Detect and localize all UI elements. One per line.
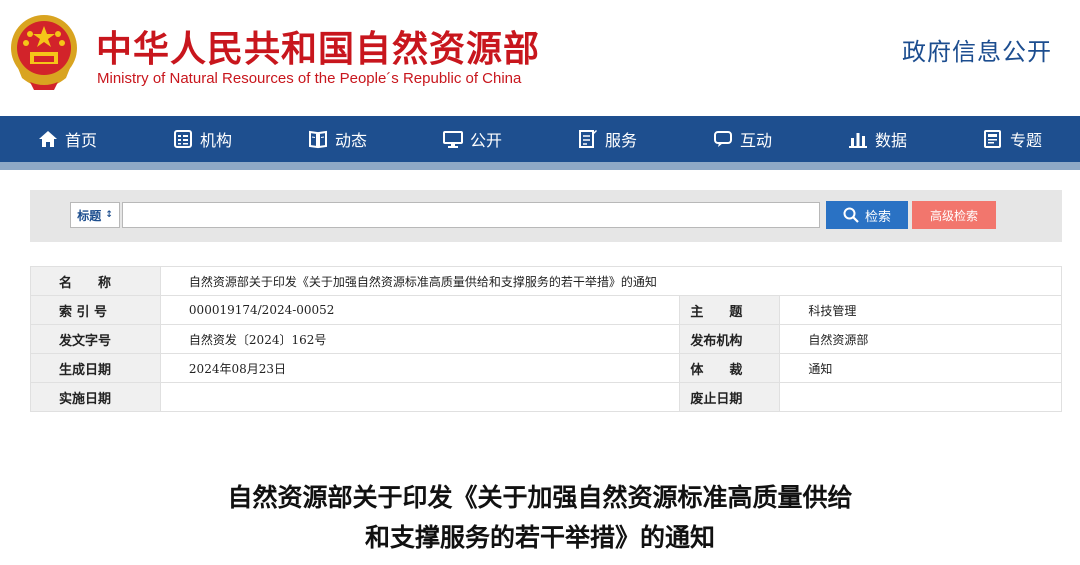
main-nav: 首页 机构 动态 公开 服务 互动 数据 专题 (0, 116, 1080, 162)
search-field-select[interactable]: 标题 ↕ (70, 202, 120, 228)
table-row: 名 称 自然资源部关于印发《关于加强自然资源标准高质量供给和支撑服务的若干举措》… (30, 266, 1063, 296)
date-label: 生成日期 (30, 353, 161, 383)
select-arrows-icon: ↕ (105, 210, 113, 220)
topic-icon (983, 130, 1001, 148)
nav-item-service[interactable]: 服务 (540, 127, 675, 151)
chat-icon (713, 131, 732, 147)
search-icon (843, 207, 859, 223)
table-row: 实施日期 废止日期 (30, 382, 1062, 412)
doc-no-label: 发文字号 (30, 324, 161, 354)
table-row: 发文字号 自然资发〔2024〕162号 发布机构 自然资源部 (30, 324, 1062, 354)
nav-item-open[interactable]: 公开 (405, 127, 540, 151)
ministry-name-en: Ministry of Natural Resources of the Peo… (97, 70, 522, 87)
expire-date-value (779, 382, 1062, 412)
table-row: 索 引 号 000019174/2024-00052 主 题 科技管理 (30, 295, 1062, 325)
search-bar: 标题 ↕ 检索 高级检索 (30, 190, 1062, 242)
index-value: 000019174/2024-00052 (159, 295, 681, 325)
nav-item-topic[interactable]: 专题 (945, 127, 1080, 151)
search-input[interactable] (122, 202, 820, 228)
nav-label: 互动 (739, 131, 772, 150)
document-edit-icon (578, 130, 597, 148)
issuer-value: 自然资源部 (779, 324, 1062, 354)
ministry-name-cn[interactable]: 中华人民共和国自然资源部 (96, 20, 540, 72)
advanced-search-button[interactable]: 高级检索 (912, 201, 996, 229)
genre-value: 通知 (779, 353, 1062, 383)
nav-label: 数据 (874, 131, 907, 150)
org-icon (173, 130, 192, 148)
document-title: 自然资源部关于印发《关于加强自然资源标准高质量供给 和支撑服务的若干举措》的通知 (0, 478, 1080, 558)
table-row: 生成日期 2024年08月23日 体 裁 通知 (30, 353, 1062, 383)
nav-label: 服务 (604, 131, 637, 150)
monitor-icon (442, 131, 463, 148)
issuer-label: 发布机构 (679, 324, 781, 354)
nav-divider (0, 162, 1080, 170)
nav-item-home[interactable]: 首页 (0, 127, 135, 151)
bar-chart-icon (848, 133, 867, 148)
gov-info-title[interactable]: 政府信息公开 (902, 32, 1052, 67)
nav-item-data[interactable]: 数据 (810, 127, 945, 151)
national-emblem-icon[interactable] (8, 12, 80, 92)
subject-label: 主 题 (679, 295, 781, 325)
document-title-line-1: 自然资源部关于印发《关于加强自然资源标准高质量供给 (227, 483, 853, 512)
nav-label: 机构 (199, 131, 232, 150)
effective-date-label: 实施日期 (30, 382, 161, 412)
date-value: 2024年08月23日 (159, 353, 681, 383)
search-button-label: 检索 (864, 209, 891, 225)
home-icon (38, 131, 57, 147)
nav-label: 首页 (64, 131, 97, 150)
document-title-line-2: 和支撑服务的若干举措》的通知 (364, 523, 715, 552)
nav-label: 专题 (1009, 131, 1042, 150)
subject-value: 科技管理 (779, 295, 1062, 325)
doc-no-value: 自然资发〔2024〕162号 (159, 324, 681, 354)
site-header: 中华人民共和国自然资源部 Ministry of Natural Resourc… (0, 0, 1080, 116)
nav-item-org[interactable]: 机构 (135, 127, 270, 151)
document-info-table: 名 称 自然资源部关于印发《关于加强自然资源标准高质量供给和支撑服务的若干举措》… (30, 266, 1063, 412)
search-button[interactable]: 检索 (826, 201, 908, 229)
nav-label: 公开 (469, 131, 502, 150)
name-value: 自然资源部关于印发《关于加强自然资源标准高质量供给和支撑服务的若干举措》的通知 (159, 266, 1063, 296)
book-icon (308, 130, 327, 149)
effective-date-value (159, 382, 681, 412)
nav-item-interact[interactable]: 互动 (675, 127, 810, 151)
nav-item-news[interactable]: 动态 (270, 127, 405, 151)
search-field-label: 标题 (77, 208, 102, 223)
expire-date-label: 废止日期 (679, 382, 781, 412)
index-label: 索 引 号 (30, 295, 161, 325)
nav-label: 动态 (334, 131, 367, 150)
genre-label: 体 裁 (679, 353, 781, 383)
name-label: 名 称 (30, 266, 161, 296)
